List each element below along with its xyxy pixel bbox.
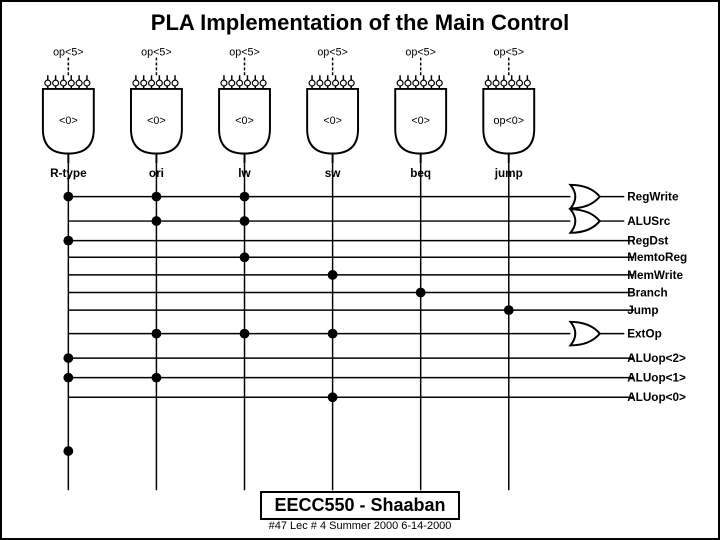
main-container: PLA Implementation of the Main Control o… (0, 0, 720, 540)
page-title: PLA Implementation of the Main Control (2, 2, 718, 40)
svg-text:<0>: <0> (411, 115, 430, 127)
svg-text:op<5>: op<5> (141, 47, 172, 59)
svg-text:Jump: Jump (627, 304, 658, 317)
svg-text:Branch: Branch (627, 286, 667, 299)
diagram-svg: op<5> op<5> op<5> op<5> op<5> op<5> (2, 40, 718, 500)
svg-text:MemWrite: MemWrite (627, 269, 683, 282)
svg-text:<0>: <0> (235, 115, 254, 127)
svg-text:<0>: <0> (147, 115, 166, 127)
svg-text:ALUop<0>: ALUop<0> (627, 391, 686, 404)
svg-text:ALUop<1>: ALUop<1> (627, 372, 686, 385)
footer: EECC550 - Shaaban #47 Lec # 4 Summer 200… (2, 491, 718, 532)
svg-text:op<5>: op<5> (405, 47, 436, 59)
svg-text:RegDst: RegDst (627, 235, 668, 248)
svg-text:op<0>: op<0> (494, 115, 525, 127)
svg-text:op<5>: op<5> (229, 47, 260, 59)
svg-text:op<5>: op<5> (53, 47, 84, 59)
svg-text:ALUop<2>: ALUop<2> (627, 352, 686, 365)
svg-text:MemtoReg: MemtoReg (627, 251, 687, 264)
footer-main: EECC550 - Shaaban (274, 495, 445, 515)
footer-sub: #47 Lec # 4 Summer 2000 6-14-2000 (2, 520, 718, 532)
svg-text:RegWrite: RegWrite (627, 191, 679, 204)
svg-text:<0>: <0> (59, 115, 78, 127)
svg-text:ExtOp: ExtOp (627, 328, 662, 341)
svg-text:<0>: <0> (323, 115, 342, 127)
svg-text:op<5>: op<5> (494, 47, 525, 59)
diagram-area: op<5> op<5> op<5> op<5> op<5> op<5> (2, 40, 718, 500)
svg-text:op<5>: op<5> (317, 47, 348, 59)
svg-text:ALUSrc: ALUSrc (627, 215, 671, 228)
footer-box: EECC550 - Shaaban (260, 491, 459, 520)
